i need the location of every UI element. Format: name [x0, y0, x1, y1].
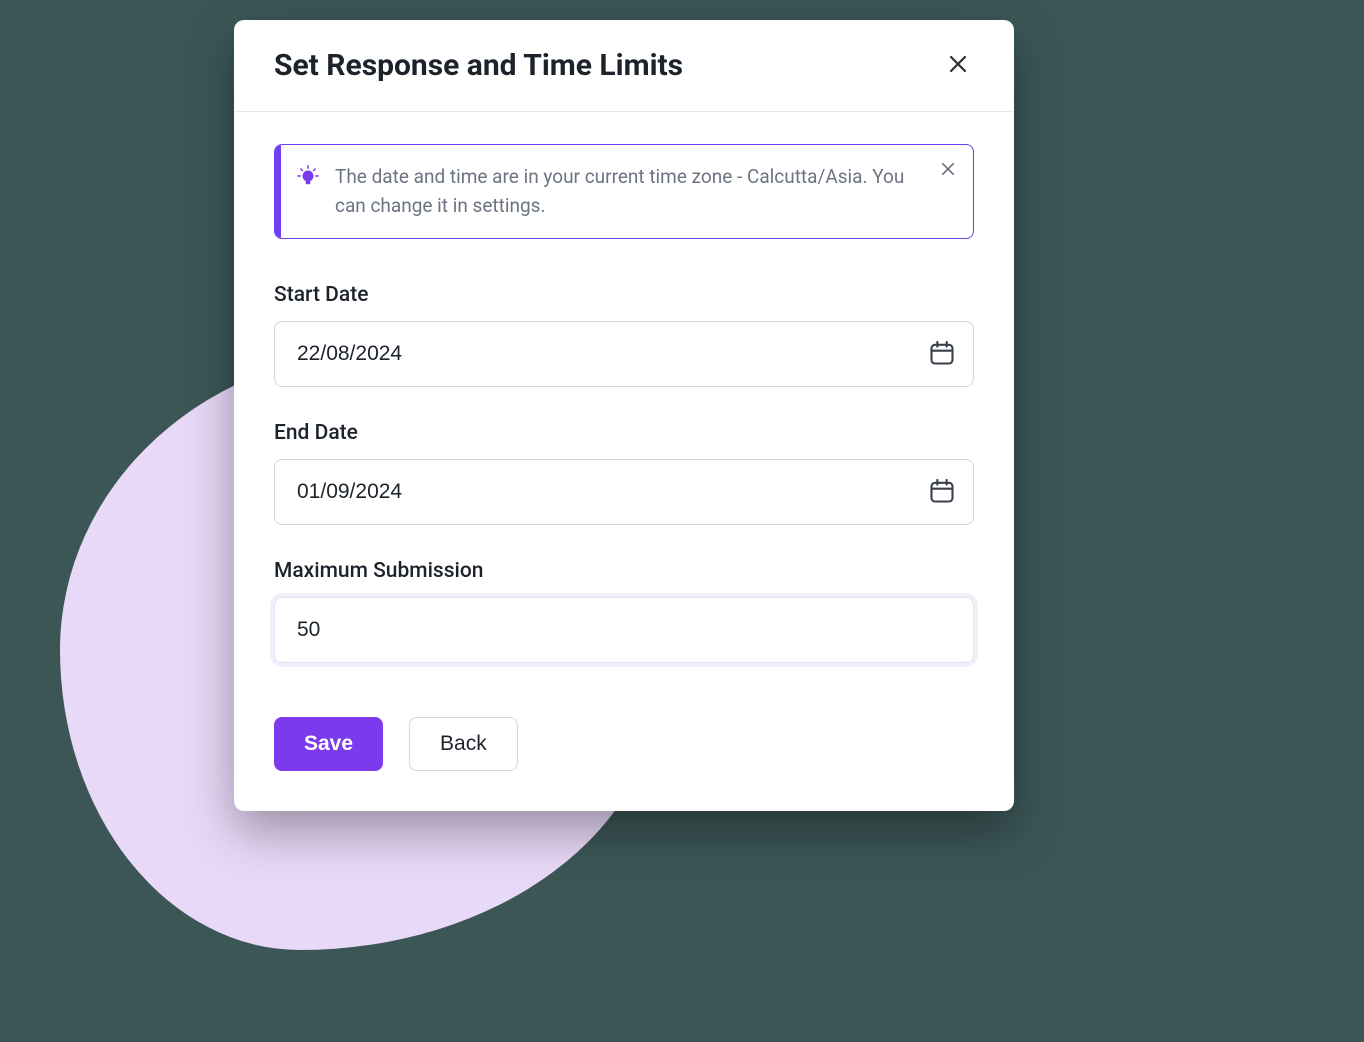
end-date-label: End Date	[274, 421, 974, 445]
modal-footer: Save Back	[234, 693, 1014, 787]
banner-text: The date and time are in your current ti…	[335, 163, 925, 220]
back-button[interactable]: Back	[409, 717, 518, 771]
lightbulb-icon	[297, 165, 319, 187]
start-date-group: Start Date	[274, 283, 974, 387]
modal-body: The date and time are in your current ti…	[234, 112, 1014, 693]
close-icon	[946, 52, 970, 79]
timezone-info-banner: The date and time are in your current ti…	[274, 144, 974, 239]
max-submission-input[interactable]	[274, 597, 974, 663]
start-date-input-wrap	[274, 321, 974, 387]
close-icon	[939, 160, 957, 181]
calendar-icon	[928, 477, 956, 508]
close-modal-button[interactable]	[942, 50, 974, 82]
max-submission-group: Maximum Submission	[274, 559, 974, 663]
end-date-group: End Date	[274, 421, 974, 525]
end-date-picker-button[interactable]	[928, 478, 956, 506]
calendar-icon	[928, 339, 956, 370]
save-button[interactable]: Save	[274, 717, 383, 771]
dismiss-banner-button[interactable]	[937, 159, 959, 181]
end-date-input-wrap	[274, 459, 974, 525]
start-date-input[interactable]	[274, 321, 974, 387]
start-date-label: Start Date	[274, 283, 974, 307]
modal-title: Set Response and Time Limits	[274, 48, 683, 83]
start-date-picker-button[interactable]	[928, 340, 956, 368]
end-date-input[interactable]	[274, 459, 974, 525]
response-time-limits-modal: Set Response and Time Limits	[234, 20, 1014, 811]
max-submission-label: Maximum Submission	[274, 559, 974, 583]
modal-header: Set Response and Time Limits	[234, 20, 1014, 112]
